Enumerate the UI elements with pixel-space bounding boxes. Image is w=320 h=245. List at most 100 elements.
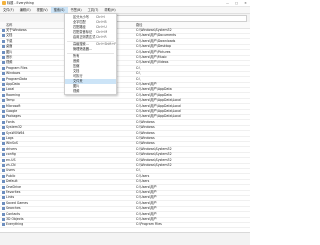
file-icon [2, 45, 5, 49]
row-path: C:\Users\用户\AppData\Local [136, 114, 181, 119]
row-name: Everything [6, 222, 24, 227]
row-name: Fonts [6, 119, 15, 124]
row-path: C:\Users\用户\Pictures [136, 49, 171, 54]
row-name: Users [6, 168, 15, 173]
file-icon [2, 131, 5, 135]
maximize-button[interactable]: □ [234, 1, 239, 5]
file-icon [2, 169, 5, 173]
file-icon [2, 180, 5, 184]
search-menu-item[interactable]: 管理筛选器... [65, 47, 116, 52]
row-path: C:\Windows\System32 [136, 163, 172, 167]
row-path: C:\Users\用户 [136, 206, 157, 211]
file-icon [2, 185, 5, 189]
row-path: C:\Windows [136, 119, 155, 124]
row-name: config [6, 152, 16, 157]
row-name: 3D Objects [6, 217, 24, 221]
file-icon [2, 29, 5, 32]
row-name: Searches [6, 206, 21, 211]
menu-bar: 文件(F) 编辑(E) 视图(V) 搜索(S) 书签(B) 工具(T) 帮助(H… [0, 7, 250, 14]
row-path: C:\Users\用户 [136, 82, 157, 86]
row-name: en-US [6, 157, 16, 162]
row-name: Links [6, 195, 15, 200]
close-button[interactable]: ✕ [243, 1, 248, 5]
file-icon [2, 66, 5, 70]
menu-file[interactable]: 文件(F) [0, 7, 17, 13]
row-path: C:\Program Files [136, 222, 162, 227]
file-icon [2, 158, 5, 162]
row-name: Contacts [6, 211, 21, 216]
row-name: zh-CN [6, 163, 16, 167]
row-path: C:\Users\用户\Videos [136, 60, 169, 65]
row-path: C:\Users\用户\Music [136, 55, 167, 59]
row-path: C:\Users\用户\Downloads [136, 38, 176, 43]
row-name: Packages [6, 114, 21, 119]
minimize-button[interactable]: — [225, 1, 230, 5]
file-icon [2, 50, 5, 54]
file-icon [2, 72, 5, 76]
title-bar: 标题 - Everything — □ ✕ [0, 0, 250, 7]
row-name: Logs [6, 136, 14, 140]
row-path: C:\Users\用户 [136, 195, 157, 200]
row-path: C:\Users [136, 173, 150, 178]
search-menu-item-label: 视频 [73, 89, 80, 93]
row-path: C:\Users\用户\Documents [136, 33, 176, 38]
results-list: 关于Windows C:\Windows\System32 文档 C:\Users\用… [0, 28, 250, 230]
file-icon [2, 164, 5, 167]
row-name: WinSxS [6, 141, 18, 146]
search-menu-dropdown: 区分大小写 Ctrl+I 全字匹配 Ctrl+B 匹配路径 Ctrl+U 匹配变音标记 Ctr… [64, 13, 117, 95]
row-name: Google [6, 109, 18, 113]
row-path: C:\Users [136, 179, 150, 184]
file-icon [2, 153, 5, 157]
row-path: C:\Users\用户\AppData [136, 87, 172, 92]
row-name: Default [6, 179, 18, 184]
row-path: C:\Users\用户\AppData [136, 92, 172, 97]
row-path: C:\ [136, 168, 141, 173]
row-path: C:\ [136, 76, 141, 81]
file-icon [2, 207, 5, 211]
row-path: C:\Users\用户 [136, 184, 157, 189]
row-name: OneDrive [6, 184, 21, 189]
search-menu-item-shortcut: Ctrl+R [96, 35, 107, 39]
file-icon [2, 126, 5, 130]
row-name: Favorites [6, 190, 21, 194]
row-path: C:\Windows\System32 [136, 146, 172, 151]
row-name: Saved Games [6, 200, 29, 205]
row-path: C:\Windows [136, 125, 155, 130]
row-name: Public [6, 173, 16, 178]
file-icon [2, 201, 5, 205]
row-path: C:\Users\用户 [136, 217, 157, 221]
row-path: C:\Users\用户\Desktop [136, 44, 171, 49]
row-path: C:\Windows [136, 136, 155, 140]
file-icon [2, 218, 5, 221]
row-path: C:\Users\用户 [136, 211, 157, 216]
file-icon [2, 99, 5, 103]
file-icon [2, 147, 5, 151]
table-row[interactable]: Everything C:\Program Files [0, 222, 250, 229]
file-icon [2, 61, 5, 65]
row-path: C:\Windows [136, 130, 155, 135]
search-menu-item[interactable]: 视频 [65, 89, 116, 94]
file-icon [2, 223, 5, 227]
file-icon [2, 174, 5, 178]
file-icon [2, 93, 5, 97]
row-path: C:\Windows [136, 141, 155, 146]
file-icon [2, 137, 5, 140]
file-icon [2, 83, 5, 86]
row-path: C:\Windows\System32 [136, 152, 172, 157]
app-icon [2, 1, 6, 5]
row-name: drivers [6, 146, 18, 151]
file-icon [2, 110, 5, 113]
row-path: C:\ [136, 65, 141, 70]
menu-edit[interactable]: 编辑(E) [17, 7, 34, 13]
file-icon [2, 77, 5, 81]
row-path: C:\Users\用户\AppData\Local [136, 109, 181, 113]
status-bar [0, 232, 250, 245]
menu-view[interactable]: 视图(V) [34, 7, 51, 13]
file-icon [2, 191, 5, 194]
row-path: C:\Windows\System32 [136, 157, 172, 162]
row-path: C:\Users\用户\AppData\Local [136, 98, 181, 103]
file-icon [2, 104, 5, 108]
search-menu-item-label: 管理筛选器... [73, 47, 92, 51]
window-title: 标题 - Everything [7, 1, 34, 5]
search-menu-item[interactable]: 启用正则表达式 Ctrl+R [65, 35, 116, 40]
